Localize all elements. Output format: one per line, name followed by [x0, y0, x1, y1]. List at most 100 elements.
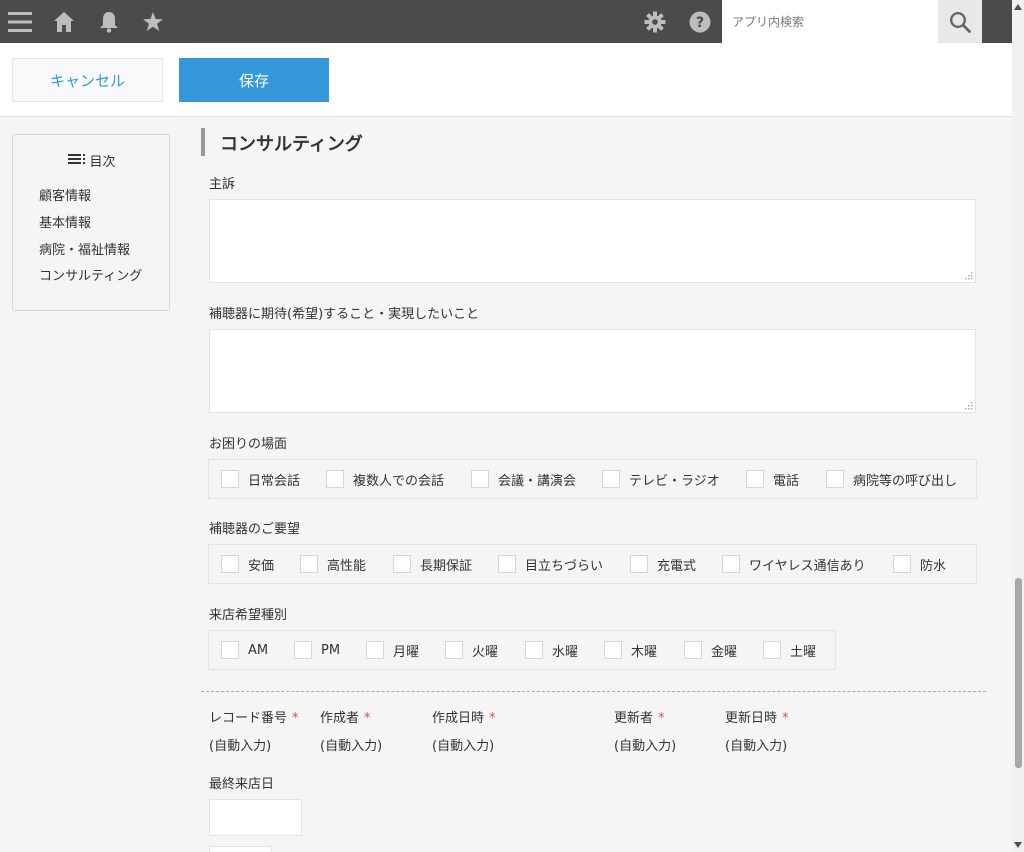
page-scrollbar[interactable]: [1012, 0, 1024, 852]
updater-value: (自動入力): [614, 739, 677, 754]
checkbox-box[interactable]: [525, 641, 543, 659]
checkbox-box[interactable]: [221, 641, 239, 659]
search-icon: [949, 11, 971, 33]
star-icon[interactable]: [139, 8, 167, 36]
checkbox-label: 日常会話: [248, 473, 301, 489]
action-bar: キャンセル 保存: [0, 43, 1012, 117]
checkbox-label: 会議・講演会: [498, 473, 577, 489]
scroll-up-arrow-icon[interactable]: [1012, 0, 1024, 14]
checkbox-label: 水曜: [552, 644, 579, 660]
checkbox-scene-meeting[interactable]: 会議・講演会: [471, 469, 576, 489]
checkbox-box[interactable]: [300, 555, 318, 573]
checkbox-visit-monday[interactable]: 月曜: [366, 640, 419, 660]
search-button[interactable]: [938, 0, 982, 43]
checkbox-label: ワイヤレス通信あり: [749, 558, 866, 574]
checkbox-visit-pm[interactable]: PM: [294, 640, 340, 660]
help-icon[interactable]: ?: [686, 8, 714, 36]
checkbox-visit-wednesday[interactable]: 水曜: [525, 640, 578, 660]
checkbox-box[interactable]: [630, 555, 648, 573]
resize-grip-icon[interactable]: [965, 402, 973, 410]
checkbox-label: 電話: [773, 473, 800, 489]
complaint-textarea[interactable]: [209, 199, 976, 283]
checkbox-box[interactable]: [602, 470, 620, 488]
required-mark: *: [364, 711, 371, 726]
checkbox-visit-friday[interactable]: 金曜: [684, 640, 737, 660]
checkbox-visit-thursday[interactable]: 木曜: [604, 640, 657, 660]
checkbox-scene-tv[interactable]: テレビ・ラジオ: [602, 469, 720, 489]
checkbox-scene-daily[interactable]: 日常会話: [221, 469, 300, 489]
toc-item-consulting[interactable]: コンサルティング: [39, 265, 142, 284]
record-number-label: レコード番号 *: [209, 711, 299, 726]
checkbox-box[interactable]: [604, 641, 622, 659]
app-search-input[interactable]: [722, 0, 938, 43]
toc-item-basic[interactable]: 基本情報: [39, 212, 91, 231]
checkbox-box[interactable]: [684, 641, 702, 659]
checkbox-box[interactable]: [471, 470, 489, 488]
checkbox-request-wireless[interactable]: ワイヤレス通信あり: [722, 554, 866, 574]
checkbox-box[interactable]: [746, 470, 764, 488]
toc-list-icon: [68, 153, 86, 169]
creator-value: (自動入力): [320, 739, 383, 754]
checkbox-visit-am[interactable]: AM: [221, 640, 268, 660]
scenes-label: お困りの場面: [209, 437, 288, 452]
updater-label: 更新者 *: [614, 711, 665, 726]
resize-grip-icon[interactable]: [965, 272, 973, 280]
cancel-button[interactable]: キャンセル: [12, 58, 163, 102]
bell-icon[interactable]: [95, 8, 123, 36]
checkbox-box[interactable]: [221, 555, 239, 573]
section-divider: [201, 691, 986, 692]
checkbox-box[interactable]: [826, 470, 844, 488]
checkbox-scene-group[interactable]: 複数人での会話: [326, 469, 444, 489]
checkbox-box[interactable]: [763, 641, 781, 659]
checkbox-box[interactable]: [498, 555, 516, 573]
checkbox-box[interactable]: [221, 470, 239, 488]
checkbox-request-warranty[interactable]: 長期保証: [393, 554, 472, 574]
save-button[interactable]: 保存: [179, 58, 329, 102]
checkbox-label: 高性能: [327, 558, 367, 574]
checkbox-label: 目立ちづらい: [525, 558, 604, 574]
checkbox-box[interactable]: [366, 641, 384, 659]
checkbox-request-performance[interactable]: 高性能: [300, 554, 366, 574]
checkbox-box[interactable]: [893, 555, 911, 573]
checkbox-label: 木曜: [631, 644, 658, 660]
checkbox-label: 金曜: [711, 644, 738, 660]
required-mark: *: [489, 711, 496, 726]
complaint-label: 主訴: [209, 177, 236, 192]
checkbox-request-rechargeable[interactable]: 充電式: [630, 554, 696, 574]
section-accent-bar: [201, 128, 205, 156]
toc-item-hospital[interactable]: 病院・福祉情報: [39, 239, 130, 258]
gear-icon[interactable]: [641, 8, 669, 36]
toc-item-customer[interactable]: 顧客情報: [39, 185, 91, 204]
creator-label: 作成者 *: [320, 711, 371, 726]
created-at-value: (自動入力): [432, 739, 495, 754]
last-visit-label: 最終来店日: [209, 777, 275, 792]
checkbox-request-waterproof[interactable]: 防水: [893, 554, 946, 574]
checkbox-visit-saturday[interactable]: 土曜: [763, 640, 816, 660]
scroll-down-arrow-icon[interactable]: [1012, 838, 1024, 852]
checkbox-request-discreet[interactable]: 目立ちづらい: [498, 554, 603, 574]
checkbox-visit-tuesday[interactable]: 火曜: [445, 640, 498, 660]
checkbox-box[interactable]: [445, 641, 463, 659]
expectation-textarea[interactable]: [209, 329, 976, 413]
home-icon[interactable]: [50, 8, 78, 36]
menu-icon[interactable]: [6, 8, 34, 36]
visit-label: 来店希望種別: [209, 608, 288, 623]
checkbox-box[interactable]: [294, 641, 312, 659]
svg-text:?: ?: [696, 15, 704, 31]
top-bar: ?: [0, 0, 1024, 43]
checkbox-scene-phone[interactable]: 電話: [746, 469, 799, 489]
checkbox-scene-hospital[interactable]: 病院等の呼び出し: [826, 469, 957, 489]
last-visit-date-input[interactable]: [209, 799, 302, 836]
requests-checkbox-group: 安価 高性能 長期保証 目立ちづらい 充電式 ワイヤレス通信あり 防水: [208, 544, 977, 584]
checkbox-request-cheap[interactable]: 安価: [221, 554, 274, 574]
required-mark: *: [292, 711, 299, 726]
checkbox-box[interactable]: [393, 555, 411, 573]
scenes-checkbox-group: 日常会話 複数人での会話 会議・講演会 テレビ・ラジオ 電話 病院等の呼び出し: [208, 459, 977, 499]
checkbox-box[interactable]: [722, 555, 740, 573]
checkbox-label: 防水: [920, 558, 947, 574]
next-field-input[interactable]: [209, 846, 272, 852]
scrollbar-thumb[interactable]: [1015, 578, 1022, 768]
checkbox-label: PM: [321, 642, 341, 658]
checkbox-box[interactable]: [326, 470, 344, 488]
checkbox-label: 長期保証: [420, 558, 473, 574]
